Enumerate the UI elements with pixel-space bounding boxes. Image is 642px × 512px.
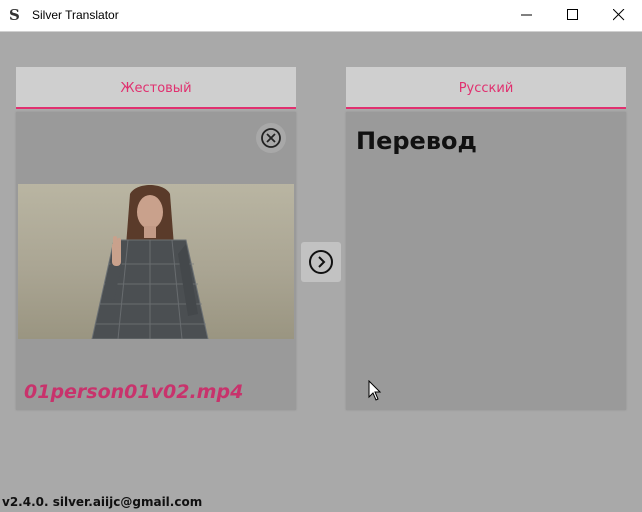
video-preview[interactable] (18, 184, 294, 339)
app-logo-icon: S (9, 6, 20, 24)
translation-output: Перевод (356, 127, 477, 155)
video-frame (91, 185, 209, 339)
close-button[interactable] (596, 0, 642, 31)
version-footer: v2.4.0. silver.aiijc@gmail.com (2, 495, 203, 509)
close-icon (613, 9, 625, 21)
maximize-button[interactable] (550, 0, 596, 31)
translate-button[interactable] (301, 242, 341, 282)
video-file-name: 01person01v02.mp4 (24, 381, 244, 403)
remove-video-button[interactable] (256, 123, 286, 153)
tab-russian[interactable]: Русский (346, 67, 626, 109)
minimize-button[interactable] (504, 0, 550, 31)
maximize-icon (567, 9, 578, 20)
chevron-right-circle-icon (309, 250, 333, 274)
close-circle-icon (261, 128, 281, 148)
tab-sign-language[interactable]: Жестовый (16, 67, 296, 109)
mouse-pointer-icon (368, 380, 382, 401)
minimize-icon (521, 14, 532, 16)
window-title: Silver Translator (32, 8, 119, 22)
title-bar: S Silver Translator (0, 0, 642, 32)
output-panel (346, 112, 626, 410)
